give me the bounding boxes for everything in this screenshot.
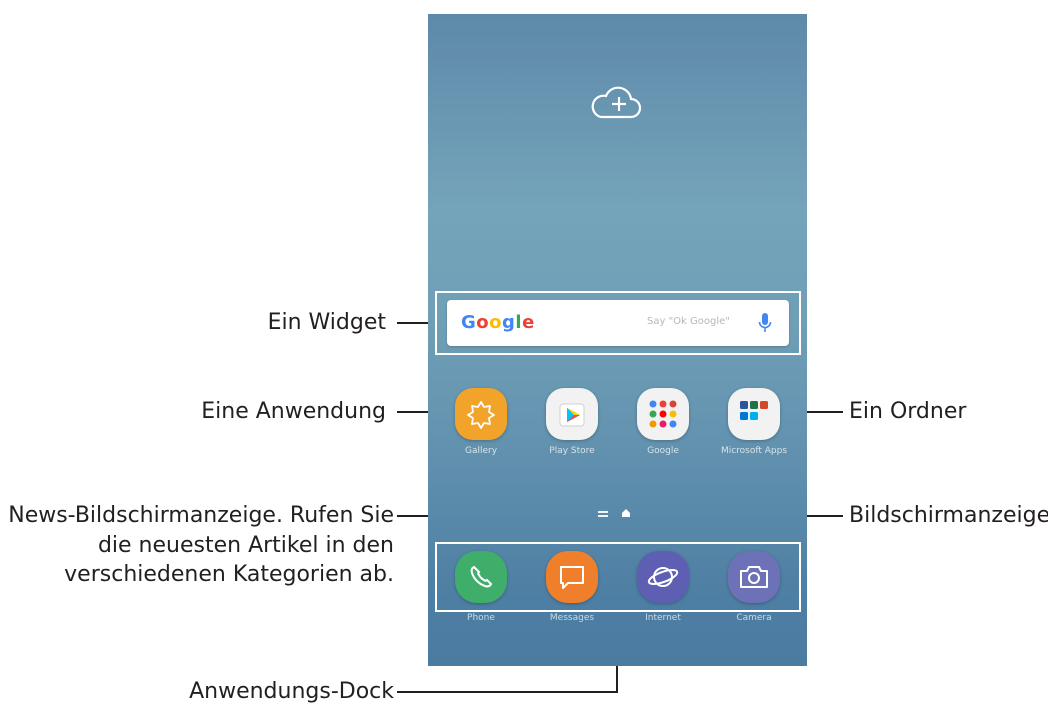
app-label: Play Store xyxy=(549,446,595,456)
callout-widget: Ein Widget xyxy=(267,310,386,335)
dock-label: Camera xyxy=(736,613,772,623)
internet-icon xyxy=(637,551,689,603)
app-gallery[interactable]: Gallery xyxy=(439,388,523,456)
app-label: Microsoft Apps xyxy=(720,446,788,456)
app-label: Gallery xyxy=(464,446,498,456)
google-folder-icon xyxy=(637,388,689,440)
camera-icon xyxy=(728,551,780,603)
search-hint: Say "Ok Google" xyxy=(647,316,730,327)
callout-news-line3: verschiedenen Kategorien ab. xyxy=(64,562,394,587)
dock-app-camera[interactable]: Camera xyxy=(712,551,796,623)
google-logo: Google xyxy=(461,312,535,333)
microsoft-folder-icon xyxy=(728,388,780,440)
app-folder-microsoft[interactable]: Microsoft Apps xyxy=(712,388,796,456)
dock-label: Phone xyxy=(467,613,495,623)
callout-news-line2: die neuesten Artikel in den xyxy=(97,533,394,558)
dock-app-messages[interactable]: Messages xyxy=(530,551,614,623)
gallery-icon xyxy=(455,388,507,440)
news-page-indicator[interactable] xyxy=(598,511,608,513)
dock-label: Internet xyxy=(645,613,681,623)
news-page-indicator[interactable] xyxy=(598,515,608,517)
app-label: Google xyxy=(647,446,679,456)
messages-icon xyxy=(546,551,598,603)
cloud-add-icon[interactable] xyxy=(591,85,643,125)
app-play-store[interactable]: Play Store xyxy=(530,388,614,456)
play-store-icon xyxy=(546,388,598,440)
callout-application: Eine Anwendung xyxy=(201,399,386,424)
widget-highlight-frame: Google Say "Ok Google" xyxy=(435,291,801,355)
phone-icon xyxy=(455,551,507,603)
home-screen: Google Say "Ok Google" Gallery Play Stor… xyxy=(428,14,807,666)
microphone-icon[interactable] xyxy=(757,312,773,334)
dock-app-phone[interactable]: Phone xyxy=(439,551,523,623)
callout-screen-indicator: Bildschirmanzeige xyxy=(849,503,1048,528)
leader-line-widget xyxy=(397,322,428,324)
dock-app-internet[interactable]: Internet xyxy=(621,551,705,623)
callout-folder: Ein Ordner xyxy=(849,399,967,424)
home-page-indicator-icon[interactable] xyxy=(621,508,631,518)
leader-line-dock-horizontal xyxy=(397,691,618,693)
google-search-widget[interactable]: Google Say "Ok Google" xyxy=(447,300,789,346)
callout-news-line1: News-Bildschirmanzeige. Rufen Sie xyxy=(8,503,394,528)
dock-label: Messages xyxy=(549,613,595,623)
app-folder-google[interactable]: Google xyxy=(621,388,705,456)
